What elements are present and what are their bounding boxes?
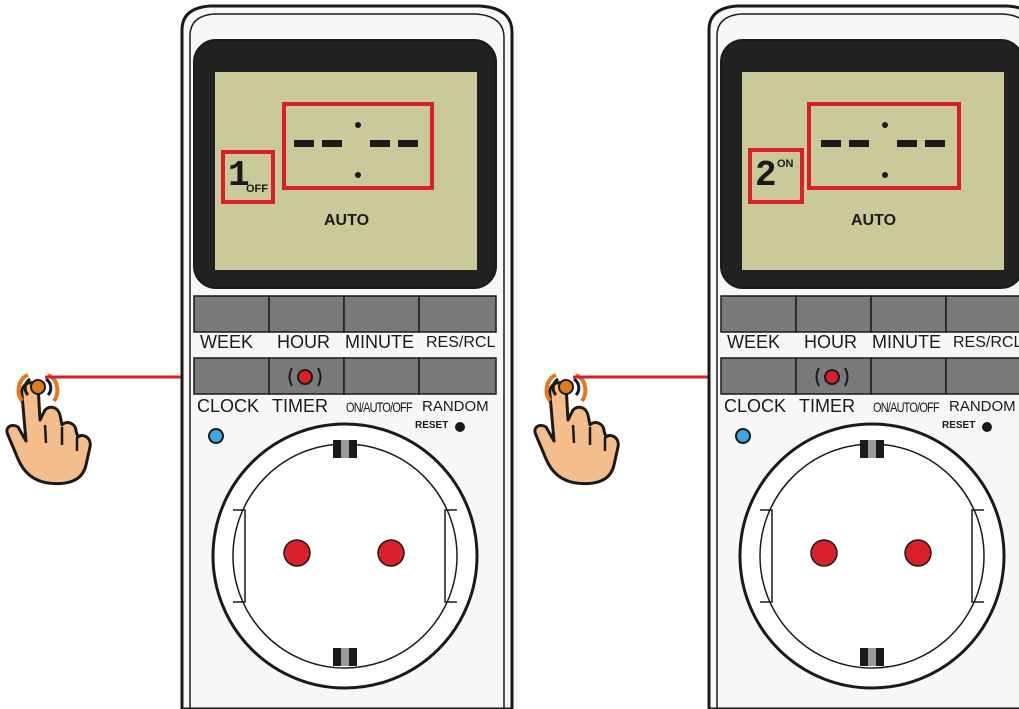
socket-pin-hole	[377, 539, 405, 567]
button-row-top	[193, 295, 497, 333]
press-indicator-icon	[297, 369, 313, 385]
minute-label: MINUTE	[872, 332, 941, 352]
random-label: RANDOM	[422, 398, 489, 415]
clock-button	[720, 357, 797, 395]
res-rcl-button	[418, 295, 497, 333]
clock-label: CLOCK	[197, 396, 260, 416]
week-button	[720, 295, 797, 333]
random-button	[945, 357, 1019, 395]
week-button	[193, 295, 270, 333]
clock-label: CLOCK	[724, 396, 787, 416]
program-state: ON	[777, 158, 794, 170]
reset-label: RESET	[942, 420, 976, 431]
timer-label: TIMER	[799, 396, 855, 416]
mode-label: AUTO	[324, 212, 370, 229]
blue-led-icon	[208, 428, 224, 444]
socket-pin-hole	[283, 539, 311, 567]
on-auto-off-button	[870, 357, 947, 395]
blue-led-icon	[735, 428, 751, 444]
device-body	[180, 4, 514, 709]
timer-device-1: 1 OFF AUTO WEEK HOUR MINUTE RES/RCL CLOC…	[170, 0, 530, 709]
minute-label: MINUTE	[345, 332, 414, 352]
button-row-bottom	[193, 357, 497, 395]
on-auto-off-label: ON/AUTO/OFF	[346, 399, 413, 415]
clock-button	[193, 357, 270, 395]
timer-label: TIMER	[272, 396, 328, 416]
minute-button	[343, 295, 420, 333]
socket-pin-hole	[810, 539, 838, 567]
on-auto-off-button	[343, 357, 420, 395]
button-row-bottom	[720, 357, 1019, 395]
program-number: 2	[755, 155, 777, 196]
press-indicator-icon	[824, 369, 840, 385]
random-button	[418, 357, 497, 395]
res-rcl-label: RES/RCL	[426, 334, 496, 351]
random-label: RANDOM	[949, 398, 1016, 415]
reset-label: RESET	[415, 420, 449, 431]
socket-pin-hole	[904, 539, 932, 567]
program-state: OFF	[246, 183, 268, 195]
button-row-top	[720, 295, 1019, 333]
reset-hole	[455, 422, 465, 432]
res-rcl-label: RES/RCL	[953, 334, 1019, 351]
hand-pointer-icon	[533, 373, 620, 486]
hour-label: HOUR	[804, 332, 857, 352]
hour-button	[268, 295, 345, 333]
device-body	[707, 4, 1019, 709]
week-label: WEEK	[727, 332, 781, 352]
hour-button	[795, 295, 872, 333]
minute-button	[870, 295, 947, 333]
res-rcl-button	[945, 295, 1019, 333]
reset-hole	[982, 422, 992, 432]
hand-pointer-icon	[5, 373, 92, 486]
on-auto-off-label: ON/AUTO/OFF	[873, 399, 940, 415]
timer-device-2: 2 ON AUTO WEEK HOUR MINUTE RES/RCL CLOCK…	[697, 0, 1019, 709]
week-label: WEEK	[200, 332, 254, 352]
mode-label: AUTO	[851, 212, 897, 229]
hour-label: HOUR	[277, 332, 330, 352]
